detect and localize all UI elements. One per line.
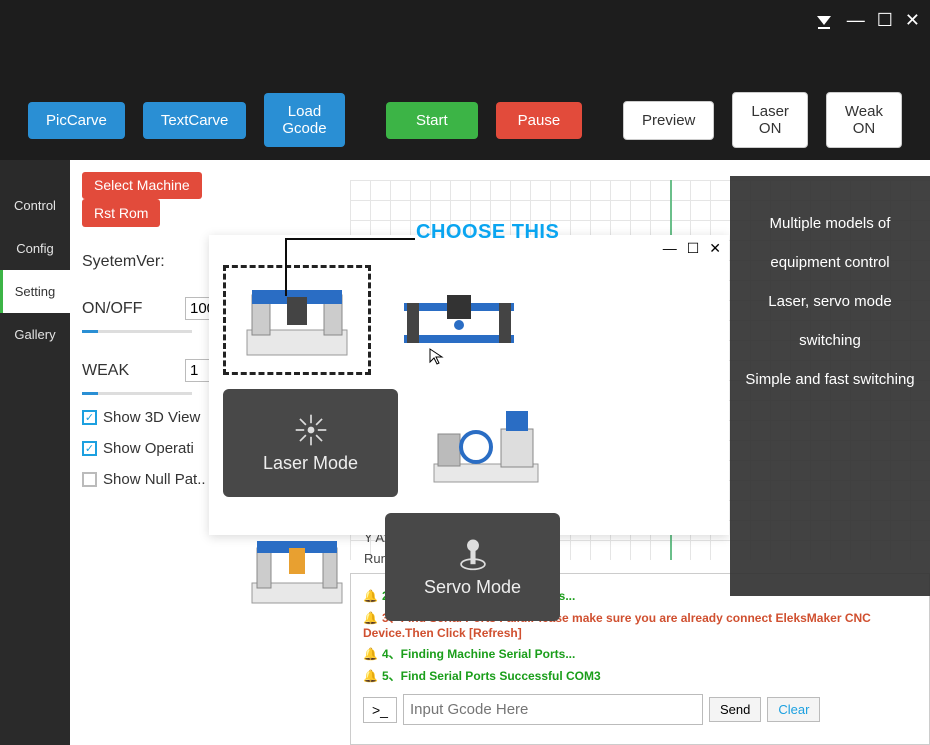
weak-label: WEAK bbox=[82, 362, 177, 380]
tab-config[interactable]: Config bbox=[0, 227, 70, 270]
machine-select-dialog: — ☐ ✕ bbox=[209, 235, 729, 535]
gcode-input[interactable] bbox=[403, 694, 703, 725]
bell-icon: 🔔 bbox=[363, 669, 378, 683]
overlay-text: equipment control bbox=[742, 243, 918, 282]
main-toolbar: PicCarve TextCarve Load Gcode Start Paus… bbox=[0, 80, 930, 160]
pause-button[interactable]: Pause bbox=[496, 102, 583, 139]
console-line: 🔔 5、Find Serial Ports Successful COM3 bbox=[363, 667, 917, 684]
bell-icon: 🔔 bbox=[363, 647, 378, 661]
info-overlay: Multiple models of equipment control Las… bbox=[730, 176, 930, 596]
minimize-button[interactable]: — bbox=[847, 10, 865, 31]
machine-option-4[interactable] bbox=[223, 513, 371, 623]
side-tabs: Control Config Setting Gallery bbox=[0, 160, 70, 745]
tab-gallery[interactable]: Gallery bbox=[0, 313, 70, 356]
overlay-text: switching bbox=[742, 321, 918, 360]
weak-slider[interactable] bbox=[82, 392, 192, 395]
cnc-machine-icon bbox=[237, 275, 357, 365]
console-text: 5、Find Serial Ports Successful COM3 bbox=[382, 669, 601, 683]
rotary-machine-icon bbox=[426, 399, 546, 489]
preview-button[interactable]: Preview bbox=[623, 101, 714, 140]
clear-button[interactable]: Clear bbox=[767, 697, 820, 722]
mini-cnc-icon bbox=[237, 523, 357, 613]
tab-setting[interactable]: Setting bbox=[0, 270, 70, 313]
rst-rom-button[interactable]: Rst Rom bbox=[82, 199, 160, 227]
check-icon: ✓ bbox=[82, 410, 97, 425]
laser-mode-button[interactable]: Laser Mode bbox=[223, 389, 398, 497]
dialog-close-button[interactable]: ✕ bbox=[709, 240, 721, 257]
annotation-line bbox=[285, 238, 415, 240]
dialog-body: Laser Mode bbox=[209, 261, 729, 627]
onoff-slider[interactable] bbox=[82, 330, 192, 333]
gcode-prompt: >_ bbox=[363, 697, 397, 723]
overlay-text: Laser, servo mode bbox=[742, 282, 918, 321]
textcarve-button[interactable]: TextCarve bbox=[143, 102, 247, 139]
onoff-label: ON/OFF bbox=[82, 300, 177, 318]
overlay-text: Multiple models of bbox=[742, 204, 918, 243]
machine-option-3[interactable] bbox=[412, 389, 560, 499]
select-machine-button[interactable]: Select Machine bbox=[82, 172, 202, 199]
laser-mode-label: Laser Mode bbox=[263, 453, 358, 474]
machine-option-2[interactable] bbox=[385, 265, 533, 375]
loadgcode-button[interactable]: Load Gcode bbox=[264, 93, 344, 147]
plotter-machine-icon bbox=[399, 275, 519, 365]
laser-icon bbox=[294, 413, 328, 447]
servo-mode-label: Servo Mode bbox=[424, 577, 521, 598]
servo-mode-button[interactable]: Servo Mode bbox=[385, 513, 560, 621]
show-3d-label: Show 3D View bbox=[103, 409, 200, 426]
maximize-button[interactable]: ☐ bbox=[877, 10, 893, 31]
cursor-icon bbox=[428, 347, 446, 370]
dialog-maximize-button[interactable]: ☐ bbox=[687, 240, 700, 257]
show-null-label: Show Null Pat.. bbox=[103, 471, 206, 488]
check-icon bbox=[82, 472, 97, 487]
overlay-text: Simple and fast switching bbox=[742, 360, 918, 399]
check-icon: ✓ bbox=[82, 441, 97, 456]
dropdown-icon[interactable] bbox=[817, 16, 831, 25]
gcode-bar: >_ Send Clear bbox=[363, 694, 917, 725]
console-text: 4、Finding Machine Serial Ports... bbox=[382, 647, 575, 661]
start-button[interactable]: Start bbox=[386, 102, 478, 139]
weakon-button[interactable]: Weak ON bbox=[826, 92, 902, 148]
title-bar: — ☐ ✕ bbox=[0, 0, 930, 80]
console-line: 🔔 4、Finding Machine Serial Ports... bbox=[363, 645, 917, 662]
close-button[interactable]: ✕ bbox=[905, 10, 920, 31]
annotation-line bbox=[285, 238, 287, 296]
send-button[interactable]: Send bbox=[709, 697, 761, 722]
machine-option-1[interactable] bbox=[223, 265, 371, 375]
systemver-label: SyetemVer: bbox=[82, 253, 177, 271]
dialog-minimize-button[interactable]: — bbox=[663, 240, 677, 256]
piccarve-button[interactable]: PicCarve bbox=[28, 102, 125, 139]
tab-control[interactable]: Control bbox=[0, 184, 70, 227]
joystick-icon bbox=[456, 537, 490, 571]
show-operation-label: Show Operati bbox=[103, 440, 194, 457]
choose-annotation: CHOOSE THIS bbox=[416, 221, 559, 244]
window-controls: — ☐ ✕ bbox=[817, 10, 920, 31]
laseron-button[interactable]: Laser ON bbox=[732, 92, 808, 148]
